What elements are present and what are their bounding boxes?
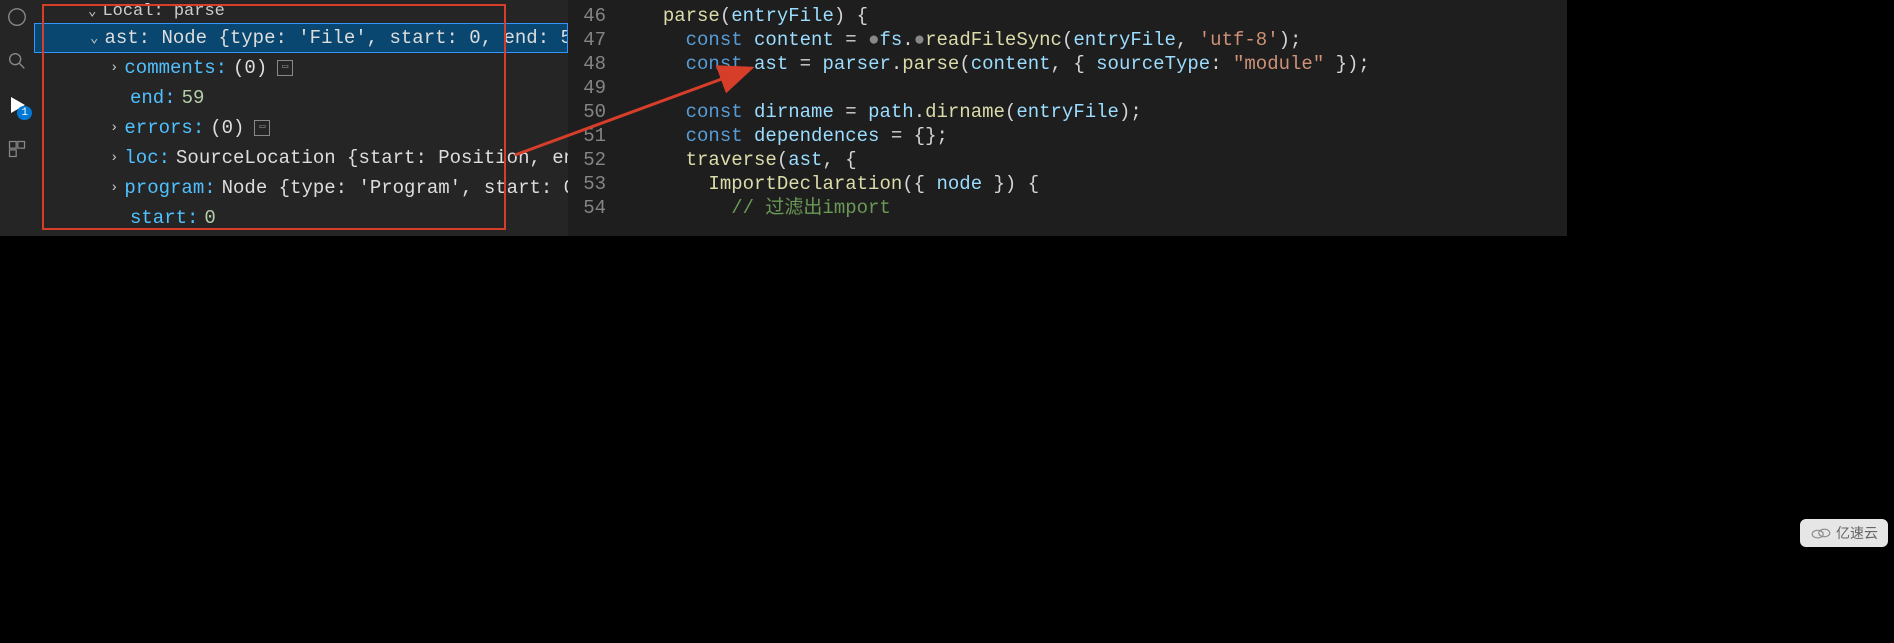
code-content[interactable]: parse(entryFile) { const content = ●fs.●… [622,0,1370,236]
code-line-49 [640,76,1370,100]
var-ast[interactable]: ⌄ ast: Node {type: 'File', start: 0, end… [34,23,568,53]
search-icon[interactable] [4,48,30,74]
var-comments[interactable]: › comments: (0) ▭ [34,53,568,83]
ide-window: 1 ⌄ Local: parse ⌄ ast: Node {type: 'Fil… [0,0,1567,236]
var-errors[interactable]: › errors: (0) ▭ [34,113,568,143]
activity-bar: 1 [0,0,34,236]
code-line-46: parse(entryFile) { [640,4,1370,28]
array-icon: ▭ [254,120,270,136]
var-start[interactable]: start: 0 [34,203,568,233]
code-line-52: traverse(ast, { [640,148,1370,172]
chevron-right-icon: › [110,60,118,76]
watermark: 亿速云 [1800,519,1888,547]
circle-icon[interactable] [4,4,30,30]
chevron-down-icon: ⌄ [90,30,98,47]
scope-header[interactable]: ⌄ Local: parse [34,0,568,23]
code-line-53: ImportDeclaration({ node }) { [640,172,1370,196]
editor-area[interactable]: 46 47 48 49 50 51 52 53 54 parse(entryFi… [568,0,1567,236]
variables-panel: ⌄ Local: parse ⌄ ast: Node {type: 'File'… [34,0,568,236]
debug-icon[interactable]: 1 [4,92,30,118]
extensions-icon[interactable] [4,136,30,162]
line-gutter: 46 47 48 49 50 51 52 53 54 [568,0,622,236]
var-loc[interactable]: › loc: SourceLocation {start: Position, … [34,143,568,173]
array-icon: ▭ [277,60,293,76]
chevron-right-icon: › [110,120,118,136]
chevron-right-icon: › [110,180,118,196]
var-ast-value: ast: Node {type: 'File', start: 0, end: … [104,27,568,49]
debug-badge: 1 [17,106,32,120]
code-line-47: const content = ●fs.●readFileSync(entryF… [640,28,1370,52]
scope-label: Local: parse [102,2,224,21]
code-line-48: const ast = parser.parse(content, { sour… [640,52,1370,76]
chevron-down-icon: ⌄ [88,3,96,20]
var-program[interactable]: › program: Node {type: 'Program', start:… [34,173,568,203]
code-line-50: const dirname = path.dirname(entryFile); [640,100,1370,124]
code-line-54: // 过滤出import [640,196,1370,220]
chevron-right-icon: › [110,150,118,166]
var-end[interactable]: end: 59 [34,83,568,113]
code-line-51: const dependences = {}; [640,124,1370,148]
